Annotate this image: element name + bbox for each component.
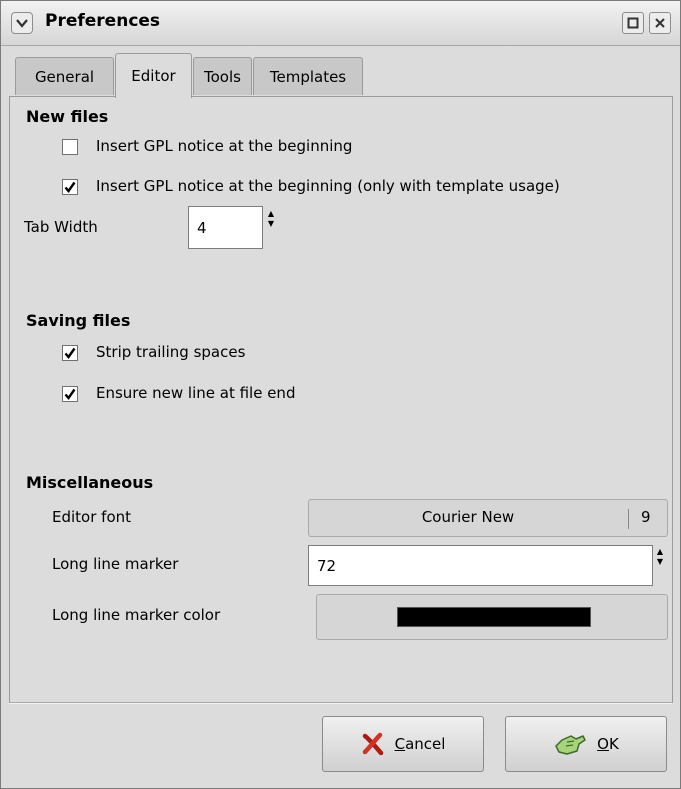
checkmark-icon [64, 181, 76, 193]
marker-color-label: Long line marker color [52, 606, 221, 624]
tab-label: Editor [131, 67, 176, 85]
marker-color-button[interactable] [316, 594, 668, 640]
color-swatch [397, 607, 591, 627]
spin-down-icon: ▼ [656, 557, 664, 566]
ok-button[interactable]: OK [505, 716, 667, 772]
tab-label: General [34, 67, 95, 86]
close-button[interactable] [649, 12, 671, 34]
editor-panel: New files Insert GPL notice at the begin… [9, 96, 673, 703]
tab-width-input[interactable]: 4 [188, 206, 263, 249]
tab-tools[interactable]: Tools [193, 57, 252, 95]
strip-spaces-label[interactable]: Strip trailing spaces [96, 343, 245, 361]
long-line-marker-input[interactable]: 72 [308, 545, 653, 586]
button-separator [9, 702, 672, 704]
tab-width-value: 4 [197, 218, 207, 237]
tab-label: Templates [269, 67, 347, 86]
new-line-end-checkbox[interactable] [62, 386, 78, 402]
cancel-x-icon [362, 732, 383, 756]
new-line-end-label[interactable]: Ensure new line at file end [96, 384, 295, 402]
maximize-icon [627, 17, 639, 29]
chevron-down-icon [16, 19, 28, 28]
checkmark-icon [64, 388, 76, 400]
tab-width-label: Tab Width [24, 218, 98, 236]
gpl-notice-checkbox[interactable] [62, 139, 78, 155]
spin-down-icon: ▼ [267, 219, 275, 228]
long-line-marker-label: Long line marker [52, 555, 179, 573]
maximize-button[interactable] [622, 12, 644, 34]
ok-hand-icon [555, 735, 586, 755]
misc-title: Miscellaneous [26, 473, 154, 492]
gpl-notice-template-label[interactable]: Insert GPL notice at the beginning (only… [96, 177, 560, 195]
strip-spaces-checkbox[interactable] [62, 345, 78, 361]
spin-up-icon: ▲ [656, 547, 664, 556]
long-line-marker-value: 72 [317, 556, 337, 575]
title-bar[interactable]: Preferences [1, 1, 680, 46]
spin-up-icon: ▲ [267, 209, 275, 218]
window-menu-button[interactable] [11, 12, 33, 34]
tab-label: Tools [204, 67, 241, 86]
close-icon [655, 18, 665, 28]
ok-label: OK [597, 735, 619, 753]
editor-font-label: Editor font [52, 508, 132, 526]
saving-files-title: Saving files [26, 311, 131, 330]
editor-font-size: 9 [641, 508, 651, 526]
gpl-notice-label[interactable]: Insert GPL notice at the beginning [96, 137, 352, 155]
editor-font-name: Courier New [421, 508, 515, 526]
preferences-window: Preferences General Editor Tools Templat… [0, 0, 681, 789]
editor-font-button[interactable]: Courier New 9 [308, 499, 668, 537]
checkmark-icon [64, 347, 76, 359]
window-title: Preferences [45, 11, 161, 31]
new-files-title: New files [26, 107, 109, 126]
tab-templates[interactable]: Templates [253, 57, 363, 95]
tab-editor[interactable]: Editor [115, 53, 192, 98]
gpl-notice-template-checkbox[interactable] [62, 179, 78, 195]
tab-width-stepper[interactable]: ▲ ▼ [266, 209, 276, 229]
long-line-marker-stepper[interactable]: ▲ ▼ [655, 547, 665, 567]
font-size-divider [628, 509, 629, 529]
tab-general[interactable]: General [15, 57, 114, 95]
cancel-button[interactable]: Cancel [322, 716, 484, 772]
cancel-label: Cancel [394, 735, 446, 753]
